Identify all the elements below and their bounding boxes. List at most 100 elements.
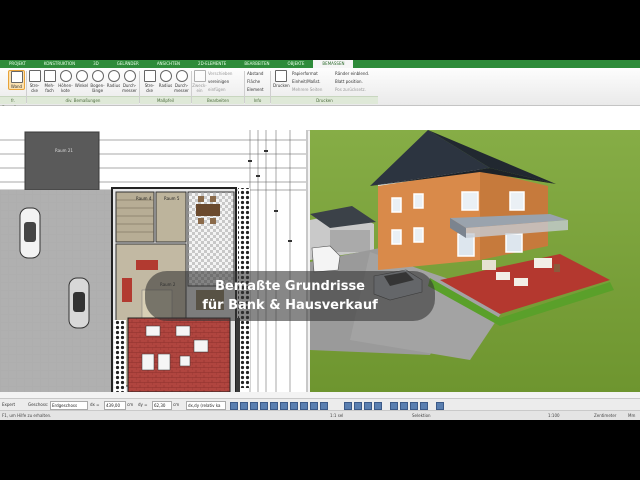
flaeche-item[interactable]: Fläche [247,79,260,84]
wand-dimension-button[interactable]: Wand [8,70,25,90]
pos-zuruecksetzen-item[interactable]: Pos zurücksetz. [335,87,366,92]
angle-icon [75,70,88,82]
dx-unit: cm [127,402,134,407]
verschieben-item[interactable]: Verschieben [208,71,232,76]
light-icon[interactable] [364,402,372,410]
zweckein-button[interactable]: Zweck-ein [192,70,207,93]
masspfeil-radius-button[interactable]: Radius [158,70,173,88]
drucken-button[interactable]: Drucken [273,70,290,88]
masspfeil-durchmesser-button[interactable]: Durch-messer [174,70,189,93]
walk-icon[interactable] [344,402,352,410]
status-bar: F1, um Hilfe zu erhalten. 1:1 sel Selekt… [0,410,640,420]
dy-input[interactable]: 62,30 [152,401,172,410]
shadow-icon[interactable] [374,402,382,410]
group-label-bearbeiten: Bearbeiten [192,96,244,104]
dy-unit: cm [173,402,180,407]
bogenlaenge-button[interactable]: Bogen-länge [90,70,105,93]
zoom-out-icon[interactable] [270,402,278,410]
menu-tab-3d[interactable]: 3D [84,60,108,68]
einheit-item[interactable]: Einheit/Maßst. [292,79,321,84]
floor-label: Geschoss: [28,402,49,407]
diameter-icon [123,70,136,82]
application-window: PROJEKT KONSTRUKTION 3D GELÄNDER ANSICHT… [0,60,640,420]
status-scale: 1:100 [548,413,560,418]
mehrere-seiten-item[interactable]: Mehrere Seiten [292,87,322,92]
menu-tab-objekte[interactable]: OBJEKTE [279,60,314,68]
settings-icon[interactable] [420,402,428,410]
zoom-fit-icon[interactable] [280,402,288,410]
group-label-masspfeil: Maßpfeil [140,96,191,104]
caption-line-2: für Bank & Hausverkauf [202,298,378,313]
secondary-toolbar [0,106,640,131]
element-item[interactable]: Element [247,87,264,92]
menu-tab-bemassen[interactable]: BEMASSEN [313,60,354,68]
printer-icon [274,70,287,82]
einfuegen-item[interactable]: einfügen [208,87,226,92]
status-mode2: Mm [628,413,636,418]
view-mode-label: Expert [2,402,16,407]
snap-icon[interactable] [240,402,248,410]
menu-tab-bearbeiten[interactable]: BEARBEITEN [235,60,278,68]
winkel-button[interactable]: Winkel [74,70,89,88]
menu-tab-gelaender[interactable]: GELÄNDER [108,60,148,68]
group-label-div-bemassungen: div. Bemaßungen [27,96,139,104]
coordinate-mode-select[interactable]: dx,dy (relativ ka [186,401,226,410]
blatt-position-item[interactable]: Blatt position. [335,79,363,84]
house-3d-render [310,130,640,392]
status-mode: Selektion [412,413,431,418]
vereinigen-item[interactable]: vereinigen [208,79,229,84]
3d-view[interactable] [310,130,640,392]
menu-bar: PROJEKT KONSTRUKTION 3D GELÄNDER ANSICHT… [0,60,640,68]
arrow-line-icon [143,70,156,82]
wall-dimension-icon [10,71,23,83]
grid-icon[interactable] [230,402,238,410]
view-3d-icon[interactable] [320,402,328,410]
hoehenkote-button[interactable]: Höhen-kote [58,70,73,93]
rotate-icon[interactable] [300,402,308,410]
group-label-info: Info [245,96,270,104]
camera-icon[interactable] [390,402,398,410]
dx-label: dx = [90,402,100,407]
render-icon[interactable] [400,402,408,410]
promo-caption: Bemaßte Grundrisse für Bank & Hausverkau… [145,271,435,321]
caption-line-1: Bemaßte Grundrisse [214,279,365,294]
durchmesser-button[interactable]: Durch-messer [122,70,137,93]
strecke-dimension-button[interactable]: Stre-cke [27,70,42,93]
papierformat-item[interactable]: Papierformat [292,71,318,76]
group-label-drucken: Drucken [271,96,378,104]
zoom-in-icon[interactable] [260,402,268,410]
arrow-diameter-icon [175,70,188,82]
edit-icon [193,70,206,82]
mehrfach-dimension-button[interactable]: Meh-fach [42,70,57,93]
ribbon-toolbar: Wand Stre-cke Meh-fach Höhen-kote Winkel… [0,68,640,110]
car-top-view [19,207,41,259]
menu-tab-konstruktion[interactable]: KONSTRUKTION [35,60,84,68]
car-top-view [68,277,90,329]
pan-icon[interactable] [290,402,298,410]
help-icon[interactable] [436,402,444,410]
menu-tab-projekt[interactable]: PROJEKT [0,60,35,68]
radius-button[interactable]: Radius [106,70,121,88]
fly-icon[interactable] [354,402,362,410]
floor-plan-drawing: Raum 21 Raum 4 Raum 5 [0,130,306,392]
line-dimension-icon [28,70,41,82]
status-ratio: 1:1 sel [330,413,344,418]
layer-icon[interactable] [250,402,258,410]
dy-label: dy = [138,402,148,407]
abstand-item[interactable]: Abstand [247,71,263,76]
room-label: Raum 4 [136,196,152,201]
raender-item[interactable]: Ränder einblend. [335,71,369,76]
floor-plan-2d-view[interactable]: Raum 21 Raum 4 Raum 5 [0,130,308,392]
room-label: Raum 21 [55,148,73,153]
arc-length-icon [91,70,104,82]
menu-tab-ansichten[interactable]: ANSICHTEN [148,60,189,68]
dx-input[interactable]: 439,00 [104,401,126,410]
menu-tab-2d-elemente[interactable]: 2D-ELEMENTE [189,60,235,68]
height-mark-icon [59,70,72,82]
export-icon[interactable] [410,402,418,410]
floor-select[interactable]: Erdgeschoss [50,401,88,410]
multi-dimension-icon [43,70,56,82]
view-top-icon[interactable] [310,402,318,410]
group-label-fr-bemassung: fr. Bemaßung [0,96,26,110]
masspfeil-strecke-button[interactable]: Stre-cke [142,70,157,93]
